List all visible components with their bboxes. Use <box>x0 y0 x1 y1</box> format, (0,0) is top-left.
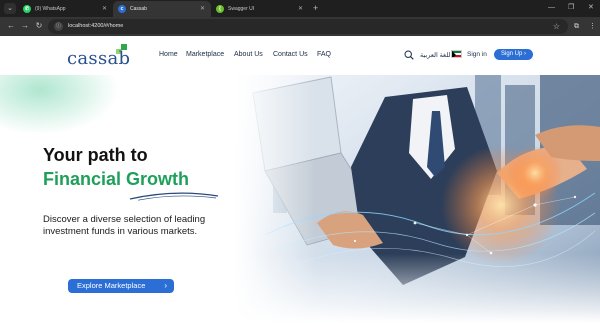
more-menu-icon[interactable]: ⋮ <box>589 21 596 32</box>
tab-cassab[interactable]: c Cassab ✕ <box>113 1 211 17</box>
site-header: cassab Home Marketplace About Us Contact… <box>0 36 600 75</box>
tab-title: Swagger UI <box>228 6 255 12</box>
nav-marketplace[interactable]: Marketplace <box>186 51 224 58</box>
explore-marketplace-button[interactable]: Explore Marketplace › <box>68 279 174 293</box>
hero-subtitle: Discover a diverse selection of leading … <box>43 214 206 237</box>
back-arrow-icon[interactable]: ← <box>5 20 17 32</box>
extensions-icon[interactable]: ⧉ <box>574 21 579 32</box>
nav-contact-us[interactable]: Contact Us <box>273 51 308 58</box>
swagger-icon: { <box>216 5 224 13</box>
kuwait-flag-icon[interactable] <box>451 50 462 58</box>
minimize-icon[interactable]: — <box>548 3 555 13</box>
sign-in-link[interactable]: Sign in <box>467 51 487 58</box>
sign-up-button[interactable]: Sign Up › <box>494 49 533 60</box>
language-switch[interactable]: اللغة العربية <box>420 51 452 59</box>
tab-swagger[interactable]: { Swagger UI ✕ <box>211 1 309 17</box>
url-text[interactable]: localhost:4200/#/home <box>68 19 123 34</box>
cassab-favicon: c <box>118 5 126 13</box>
maximize-icon[interactable]: ❐ <box>568 3 574 13</box>
tab-whatsapp[interactable]: ✆ (9) WhatsApp ✕ <box>18 1 113 17</box>
bookmark-star-icon[interactable]: ☆ <box>553 19 560 34</box>
nav-faq[interactable]: FAQ <box>317 51 331 58</box>
tab-search-button[interactable]: ⌄ <box>4 3 16 14</box>
chevron-right-icon: › <box>164 281 167 290</box>
reload-icon[interactable]: ↻ <box>33 20 45 32</box>
title-underline-swoosh <box>129 192 219 201</box>
hero-section: Your path to Financial Growth Discover a… <box>0 75 600 323</box>
explore-marketplace-label: Explore Marketplace <box>77 281 146 290</box>
close-icon[interactable]: ✕ <box>102 1 107 17</box>
nav-home[interactable]: Home <box>159 51 178 58</box>
logo-text: cassab <box>67 48 131 69</box>
hero-title-line-1: Your path to <box>43 145 148 165</box>
nav-about-us[interactable]: About Us <box>234 51 263 58</box>
window-close-icon[interactable]: ✕ <box>588 3 594 13</box>
forward-arrow-icon[interactable]: → <box>19 20 31 32</box>
browser-toolbar: ← → ↻ ⓘ localhost:4200/#/home ☆ ⧉ ⋮ <box>0 17 600 36</box>
tab-title: (9) WhatsApp <box>35 6 66 12</box>
hero-title-line-2: Financial Growth <box>43 169 190 189</box>
cassab-logo[interactable]: cassab <box>67 44 131 70</box>
browser-tab-strip: ⌄ ✆ (9) WhatsApp ✕ c Cassab ✕ { Swagger … <box>0 0 600 17</box>
new-tab-button[interactable]: + <box>313 2 318 14</box>
whatsapp-icon: ✆ <box>23 5 31 13</box>
address-bar[interactable]: ⓘ localhost:4200/#/home ☆ <box>48 19 568 34</box>
tab-title: Cassab <box>130 6 147 12</box>
site-info-icon[interactable]: ⓘ <box>54 22 63 31</box>
close-icon[interactable]: ✕ <box>298 1 303 17</box>
search-icon[interactable] <box>404 50 414 60</box>
hero-glow <box>0 75 120 135</box>
close-icon[interactable]: ✕ <box>200 1 205 17</box>
hero-business-image <box>235 75 600 323</box>
